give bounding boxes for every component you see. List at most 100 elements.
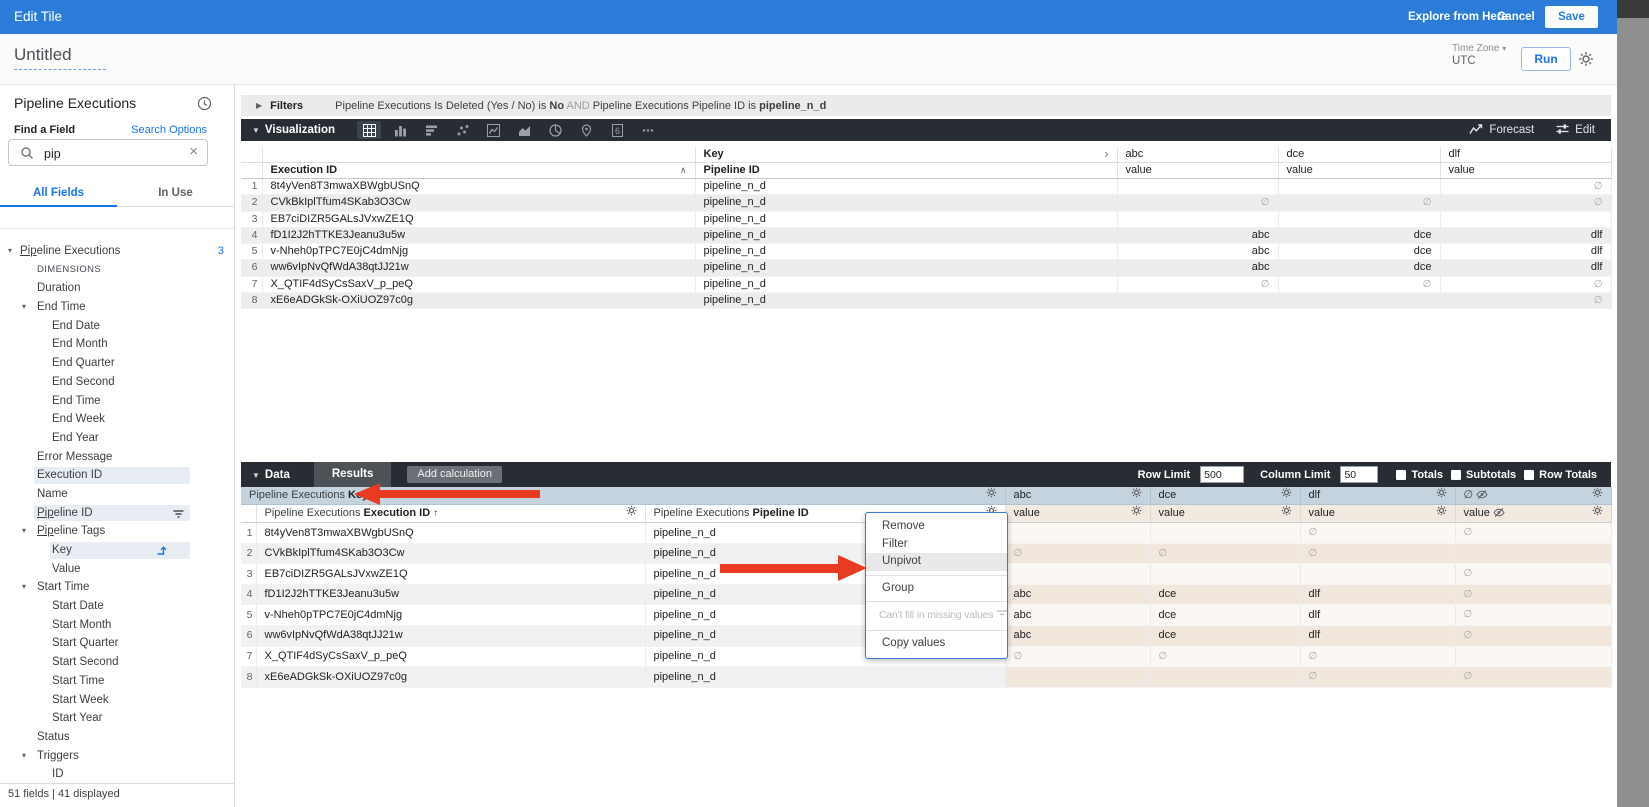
measure-header-value[interactable]: value [1117, 163, 1278, 179]
value-cell[interactable]: ∅ [1455, 605, 1611, 626]
value-cell[interactable] [1278, 179, 1440, 195]
value-cell[interactable]: abc [1117, 260, 1278, 276]
field-item-duration[interactable]: Duration [0, 279, 234, 298]
pivot-icon[interactable] [156, 544, 168, 563]
field-item-execution-id[interactable]: Execution ID [0, 466, 234, 485]
value-cell[interactable]: abc [1005, 584, 1150, 605]
value-cell[interactable]: ∅ [1150, 646, 1300, 667]
execution-id-cell[interactable]: X_QTIF4dSyCsSaxV_p_peQ [256, 646, 645, 667]
execution-id-cell[interactable]: ww6vIpNvQfWdA38qtJJ21w [262, 260, 695, 276]
value-cell[interactable]: ∅ [1455, 584, 1611, 605]
add-calculation-button[interactable]: Add calculation [407, 466, 502, 483]
field-search-input[interactable] [42, 141, 186, 166]
value-cell[interactable]: ∅ [1117, 195, 1278, 211]
value-cell[interactable]: dce [1150, 605, 1300, 626]
value-cell[interactable]: dlf [1440, 227, 1611, 243]
value-cell[interactable] [1455, 646, 1611, 667]
execution-id-cell[interactable]: fD1I2J2hTTKE3Jeanu3u5w [262, 227, 695, 243]
value-cell[interactable]: ∅ [1455, 625, 1611, 646]
cancel-button[interactable]: Cancel [1497, 11, 1535, 23]
column-header-pipeline-id[interactable]: Pipeline ID [695, 163, 1117, 179]
pivot-value-header-dlf[interactable]: dlf [1440, 147, 1611, 163]
field-item-value[interactable]: Value [0, 560, 234, 579]
value-cell[interactable] [1117, 211, 1278, 227]
value-cell[interactable]: dlf [1300, 584, 1455, 605]
column-header-execution-id[interactable]: Execution ID∧ [262, 163, 695, 179]
value-cell[interactable]: dce [1278, 227, 1440, 243]
measure-header-value[interactable]: value [1440, 163, 1611, 179]
viz-type-table-icon[interactable] [357, 121, 381, 139]
value-cell[interactable]: ∅ [1455, 667, 1611, 688]
value-cell[interactable] [1117, 293, 1278, 309]
field-item-start-date[interactable]: Start Date [0, 597, 234, 616]
value-cell[interactable]: abc [1005, 605, 1150, 626]
field-item-start-year[interactable]: Start Year [0, 709, 234, 728]
field-item-pipeline-id[interactable]: Pipeline ID [0, 504, 234, 523]
timezone-selector[interactable]: Time Zone ▾ UTC [1452, 43, 1506, 67]
pipeline-id-cell[interactable]: pipeline_n_d [695, 211, 1117, 227]
execution-id-cell[interactable]: v-Nheh0pTPC7E0jC4dmNjg [262, 244, 695, 260]
checkbox-subtotals[interactable] [1451, 470, 1461, 480]
checkbox-row-totals[interactable] [1524, 470, 1534, 480]
menu-item-filter[interactable]: Filter [866, 536, 1007, 554]
measure-header-value[interactable]: value [1455, 505, 1611, 523]
visualization-toggle[interactable]: ▼Visualization [252, 124, 335, 136]
save-button[interactable]: Save [1545, 6, 1598, 28]
value-cell[interactable] [1455, 543, 1611, 564]
measure-header-value[interactable]: value [1150, 505, 1300, 523]
table-row[interactable]: 2CVkBkIplTfum4SKab3O3Cwpipeline_n_d∅∅∅ [241, 195, 1611, 211]
field-item-end-time[interactable]: End Time [0, 392, 234, 411]
value-cell[interactable]: ∅ [1150, 543, 1300, 564]
execution-id-cell[interactable]: ww6vIpNvQfWdA38qtJJ21w [256, 625, 645, 646]
field-item-id[interactable]: ID [0, 765, 234, 784]
execution-id-cell[interactable]: EB7ciDIZR5GALsJVxwZE1Q [256, 564, 645, 585]
field-item-end-year[interactable]: End Year [0, 429, 234, 448]
row-limit-input[interactable] [1200, 466, 1244, 483]
history-icon[interactable] [197, 96, 212, 116]
pivot-column-header-[interactable]: ∅ [1455, 487, 1611, 505]
table-row[interactable]: 4fD1I2J2hTTKE3Jeanu3u5wpipeline_n_dabcdc… [241, 227, 1611, 243]
field-item-start-second[interactable]: Start Second [0, 653, 234, 672]
field-item-end-date[interactable]: End Date [0, 317, 234, 336]
pivot-value-header-dce[interactable]: dce [1278, 147, 1440, 163]
execution-id-cell[interactable]: xE6eADGkSk-OXiUOZ97c0g [262, 293, 695, 309]
field-item-triggers[interactable]: ▾Triggers [0, 747, 234, 766]
pipeline-id-cell[interactable]: pipeline_n_d [695, 244, 1117, 260]
execution-id-cell[interactable]: xE6eADGkSk-OXiUOZ97c0g [256, 667, 645, 688]
value-cell[interactable]: ∅ [1300, 667, 1455, 688]
pipeline-id-cell[interactable]: pipeline_n_d [695, 195, 1117, 211]
gear-icon[interactable] [1281, 487, 1292, 504]
execution-id-cell[interactable]: fD1I2J2hTTKE3Jeanu3u5w [256, 584, 645, 605]
measure-header-value[interactable]: value [1005, 505, 1150, 523]
viz-type-bar-chart-icon[interactable] [419, 121, 443, 139]
menu-item-group[interactable]: Group [866, 580, 1007, 598]
value-cell[interactable]: ∅ [1440, 276, 1611, 292]
gear-icon[interactable] [1131, 505, 1142, 522]
collapse-arrow-icon[interactable]: ▾ [22, 747, 26, 766]
value-cell[interactable] [1440, 211, 1611, 227]
explore-from-here-link[interactable]: Explore from Here [1408, 11, 1508, 23]
field-search-box[interactable]: × [8, 139, 208, 166]
clear-search-icon[interactable]: × [189, 143, 198, 160]
value-cell[interactable]: dlf [1300, 625, 1455, 646]
run-button[interactable]: Run [1521, 47, 1571, 71]
value-cell[interactable] [1005, 667, 1150, 688]
field-item-start-week[interactable]: Start Week [0, 691, 234, 710]
menu-item-copy-values[interactable]: Copy values [866, 635, 1007, 653]
gear-icon[interactable] [1131, 487, 1142, 504]
value-cell[interactable]: dce [1278, 244, 1440, 260]
value-cell[interactable]: ∅ [1455, 523, 1611, 544]
value-cell[interactable] [1005, 523, 1150, 544]
settings-gear-icon[interactable] [1578, 51, 1594, 72]
pivot-column-header-dce[interactable]: dce [1150, 487, 1300, 505]
execution-id-cell[interactable]: CVkBkIplTfum4SKab3O3Cw [262, 195, 695, 211]
column-header-execution-id[interactable]: Pipeline Executions Execution ID↑ [256, 505, 645, 523]
gear-icon[interactable] [1436, 487, 1447, 504]
value-cell[interactable]: ∅ [1005, 543, 1150, 564]
value-cell[interactable]: ∅ [1005, 646, 1150, 667]
gear-icon[interactable] [626, 505, 637, 522]
value-cell[interactable]: abc [1117, 227, 1278, 243]
gear-icon[interactable] [1592, 505, 1603, 522]
execution-id-cell[interactable]: 8t4yVen8T3mwaXBWgbUSnQ [262, 179, 695, 195]
value-cell[interactable]: ∅ [1300, 543, 1455, 564]
